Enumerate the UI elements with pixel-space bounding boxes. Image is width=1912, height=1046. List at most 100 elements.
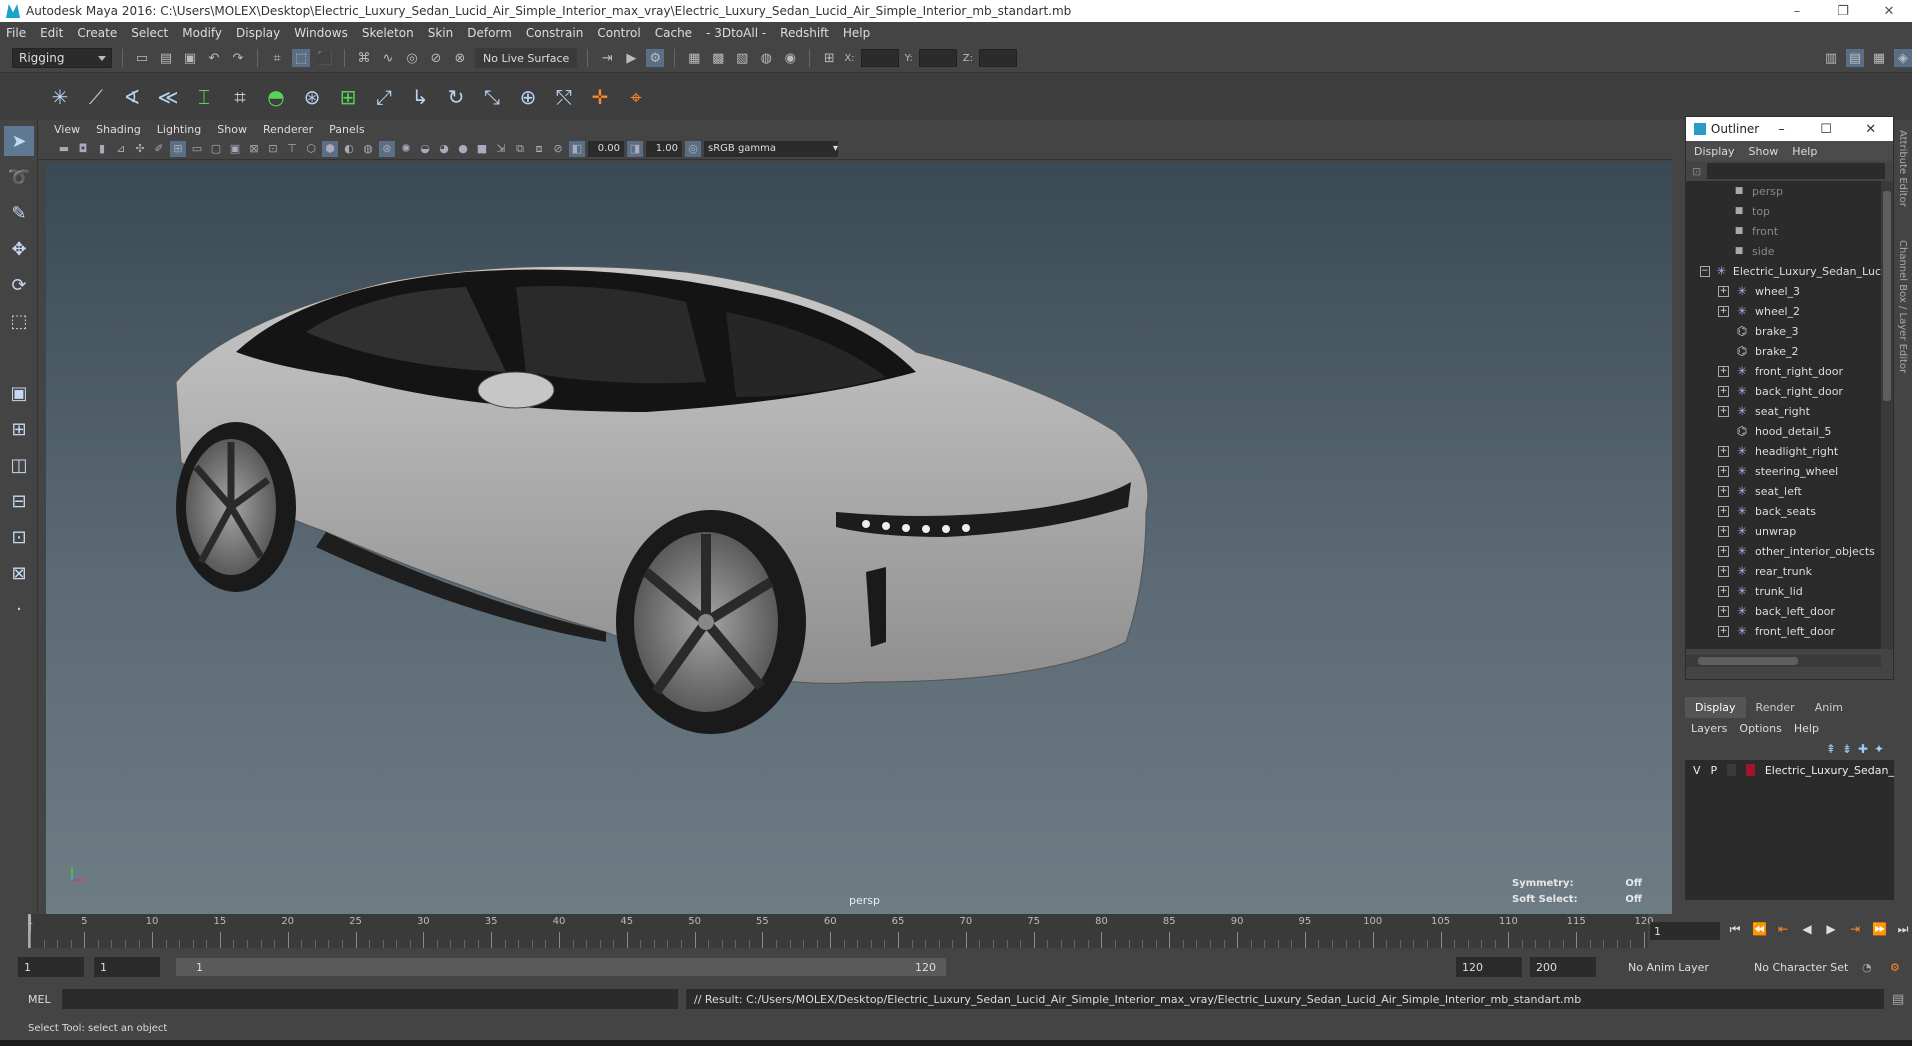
command-language-label[interactable]: MEL xyxy=(0,993,62,1006)
select-camera-icon[interactable]: ▬ xyxy=(56,141,72,157)
constraint-shelf-icon[interactable]: ⌖ xyxy=(622,83,650,111)
filter-icon[interactable]: ⊡ xyxy=(1692,165,1701,178)
outliner-search-input[interactable] xyxy=(1707,163,1886,179)
panel-menu-view[interactable]: View xyxy=(54,123,80,136)
move-layer-down-icon[interactable]: ⇟ xyxy=(1842,742,1852,756)
outliner-item[interactable]: + ✳ back_right_door xyxy=(1686,381,1881,401)
menu-cache[interactable]: Cache xyxy=(655,26,692,40)
outliner-item[interactable]: ■ persp xyxy=(1686,181,1881,201)
film-gate-icon[interactable]: ▭ xyxy=(189,141,205,157)
grease-pencil-icon[interactable]: ✐ xyxy=(151,141,167,157)
cluster-icon[interactable]: ◓ xyxy=(262,83,290,111)
new-layer-icon[interactable]: ✚ xyxy=(1858,742,1868,756)
menu-deform[interactable]: Deform xyxy=(467,26,512,40)
expand-icon[interactable]: + xyxy=(1718,405,1729,417)
expand-icon[interactable]: + xyxy=(1718,465,1729,477)
use-all-lights-icon[interactable]: ✺ xyxy=(398,141,414,157)
outliner-minimize-button[interactable]: – xyxy=(1759,122,1804,137)
undo-icon[interactable]: ↶ xyxy=(205,49,223,67)
select-tool-icon[interactable]: ➤ xyxy=(4,126,34,156)
pole-vector-icon[interactable]: ⤲ xyxy=(550,83,578,111)
view-transform-dropdown[interactable]: sRGB gamma ▾ xyxy=(704,140,838,157)
outliner-item[interactable]: ⌬ brake_3 xyxy=(1686,321,1881,341)
panel-menu-lighting[interactable]: Lighting xyxy=(157,123,201,136)
animation-end-input[interactable]: 200 xyxy=(1530,957,1596,977)
character-set-dropdown[interactable]: No Character Set xyxy=(1746,957,1866,977)
open-scene-icon[interactable]: ▤ xyxy=(157,49,175,67)
script-editor-icon[interactable]: ▤ xyxy=(1892,992,1904,1007)
smooth-shade-icon[interactable]: ⬢ xyxy=(322,140,338,157)
rotate-tool-icon[interactable]: ⟳ xyxy=(4,270,34,300)
perspective-viewport[interactable]: Symmetry: Off Soft Select: Off persp xyxy=(46,162,1672,914)
gate-mask-icon[interactable]: ▣ xyxy=(227,141,243,157)
outliner-item[interactable]: + ✳ front_left_door xyxy=(1686,621,1881,641)
play-backward-icon[interactable]: ◀ xyxy=(1800,922,1814,937)
outliner-menu-show[interactable]: Show xyxy=(1749,145,1779,158)
panel-menu-shading[interactable]: Shading xyxy=(96,123,141,136)
ik-spline-icon[interactable]: ∢ xyxy=(118,83,146,111)
go-to-start-icon[interactable]: ⏮ xyxy=(1728,922,1742,937)
outliner-menu-help[interactable]: Help xyxy=(1792,145,1817,158)
menu-select[interactable]: Select xyxy=(131,26,168,40)
expand-icon[interactable]: + xyxy=(1718,505,1729,517)
auto-key-icon[interactable]: ◔ xyxy=(1862,957,1872,977)
isolate-select-icon[interactable]: ⇲ xyxy=(493,141,509,157)
playback-start-input[interactable]: 1 xyxy=(94,957,160,977)
menu-modify[interactable]: Modify xyxy=(182,26,222,40)
xray-components-icon[interactable]: ⊘ xyxy=(550,141,566,157)
new-scene-icon[interactable]: ▭ xyxy=(133,49,151,67)
panel-menu-renderer[interactable]: Renderer xyxy=(263,123,313,136)
menu-set-dropdown[interactable]: Rigging xyxy=(12,48,112,68)
snap-point-icon[interactable]: ◎ xyxy=(403,49,421,67)
attribute-editor-toggle-icon[interactable]: ▤ xyxy=(1846,49,1864,67)
resolution-gate-icon[interactable]: ▢ xyxy=(208,141,224,157)
menu-create[interactable]: Create xyxy=(77,26,117,40)
menu-edit[interactable]: Edit xyxy=(40,26,63,40)
outliner-item[interactable]: + ✳ back_seats xyxy=(1686,501,1881,521)
channel-box-toggle-icon[interactable]: ◈ xyxy=(1894,49,1912,67)
outliner-item[interactable]: ⌬ brake_2 xyxy=(1686,341,1881,361)
redo-icon[interactable]: ↷ xyxy=(229,49,247,67)
minimize-button[interactable]: – xyxy=(1774,0,1820,22)
expand-icon[interactable]: + xyxy=(1718,485,1729,497)
gamma-icon[interactable]: ◨ xyxy=(627,140,643,157)
joint-tool-icon[interactable]: ✳ xyxy=(46,83,74,111)
close-button[interactable]: ✕ xyxy=(1866,0,1912,22)
layer-visibility-toggle[interactable]: V xyxy=(1693,764,1701,777)
animation-start-input[interactable]: 1 xyxy=(18,957,84,977)
grid-icon[interactable]: ⊞ xyxy=(170,140,186,157)
locator-icon[interactable]: ✛ xyxy=(586,83,614,111)
wrap-icon[interactable]: ⊛ xyxy=(298,83,326,111)
anim-layer-dropdown[interactable]: No Anim Layer xyxy=(1620,957,1740,977)
xray-icon[interactable]: ⧉ xyxy=(512,141,528,157)
layer-menu-options[interactable]: Options xyxy=(1739,722,1781,735)
expand-icon[interactable]: + xyxy=(1718,585,1729,597)
expand-icon[interactable]: + xyxy=(1718,305,1729,317)
tab-display[interactable]: Display xyxy=(1685,697,1746,718)
expand-icon[interactable]: + xyxy=(1718,545,1729,557)
outliner-item[interactable]: ■ top xyxy=(1686,201,1881,221)
expand-icon[interactable]: + xyxy=(1718,385,1729,397)
expand-icon[interactable]: + xyxy=(1718,285,1729,297)
step-back-key-icon[interactable]: ⏪ xyxy=(1752,922,1767,937)
outliner-item[interactable]: ■ front xyxy=(1686,221,1881,241)
layer-row[interactable]: V P Electric_Luxury_Sedan_ xyxy=(1685,760,1894,780)
current-frame-input[interactable]: 1 xyxy=(1650,922,1720,940)
motion-blur-icon[interactable]: ● xyxy=(455,141,471,157)
ik-handle-icon[interactable]: ⟋ xyxy=(82,83,110,111)
move-tool-icon[interactable]: ✥ xyxy=(4,234,34,264)
wireframe-icon[interactable]: ⬡ xyxy=(303,141,319,157)
save-scene-icon[interactable]: ▣ xyxy=(181,49,199,67)
safe-title-icon[interactable]: ⊤ xyxy=(284,141,300,157)
layer-playback-toggle[interactable]: P xyxy=(1711,764,1718,777)
hypershade-layout-icon[interactable]: ⊡ xyxy=(4,522,34,552)
x-input[interactable] xyxy=(860,49,899,67)
outliner-item[interactable]: − ✳ Electric_Luxury_Sedan_Luc xyxy=(1686,261,1881,281)
outliner-item[interactable]: + ✳ unwrap xyxy=(1686,521,1881,541)
tool-settings-toggle-icon[interactable]: ▦ xyxy=(1870,49,1888,67)
menu-constrain[interactable]: Constrain xyxy=(526,26,584,40)
transform-mode-icon[interactable]: ⊞ xyxy=(820,49,838,67)
wireframe-on-shaded-icon[interactable]: ◍ xyxy=(360,141,376,157)
scrollbar-thumb[interactable] xyxy=(1698,657,1798,665)
redshift-render-icon[interactable]: ◉ xyxy=(781,49,799,67)
